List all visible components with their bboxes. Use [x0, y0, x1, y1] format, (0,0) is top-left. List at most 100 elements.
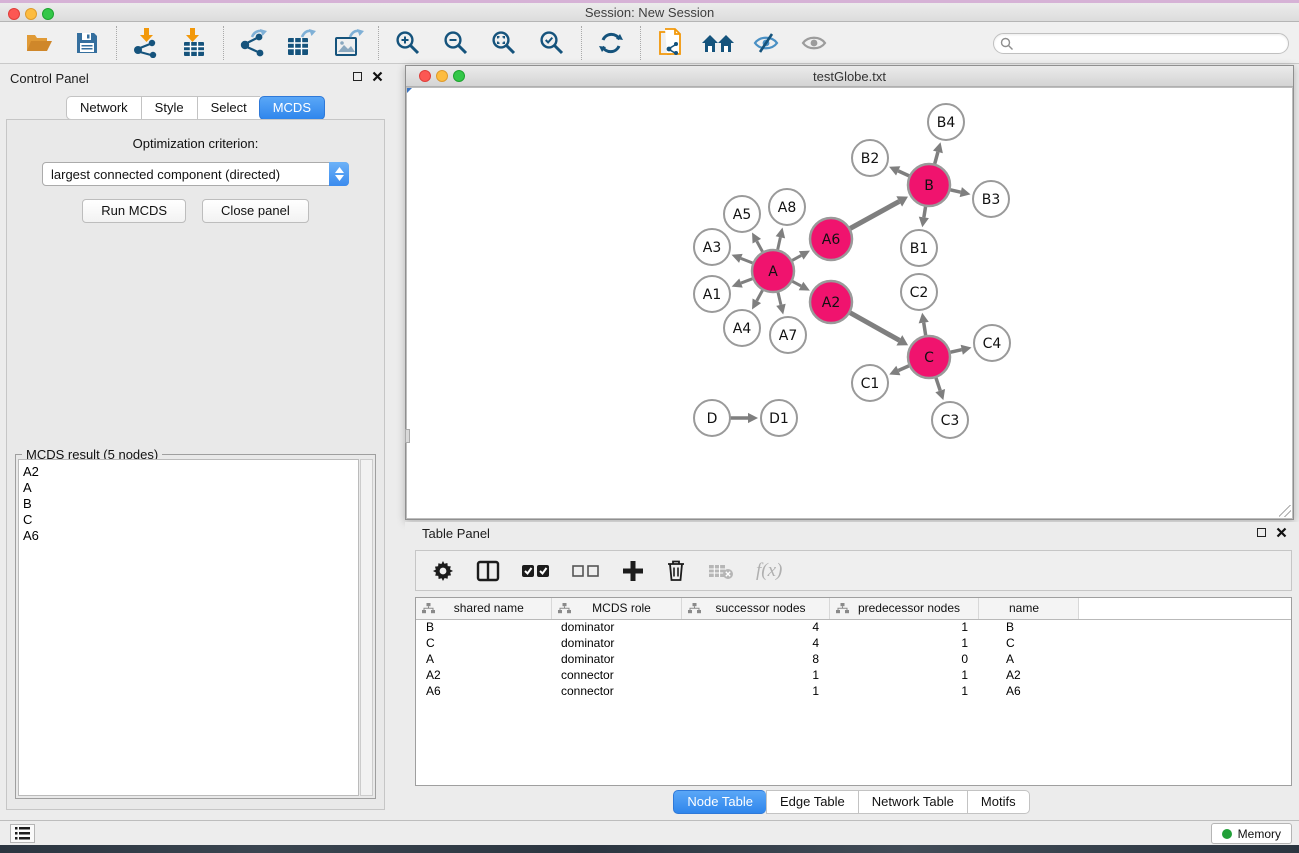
table-cell[interactable]: B [978, 619, 1078, 635]
mcds-result-item[interactable]: A [23, 480, 358, 496]
network-window-titlebar[interactable]: testGlobe.txt [406, 66, 1293, 87]
delete-column-icon[interactable] [666, 559, 686, 582]
close-panel-button[interactable]: Close panel [202, 199, 309, 223]
save-session-icon[interactable] [70, 26, 104, 60]
search-field[interactable] [993, 33, 1289, 54]
zoom-fit-icon[interactable] [487, 26, 521, 60]
close-panel-icon[interactable] [372, 71, 383, 82]
graph-node-label: A [768, 264, 778, 280]
settings-icon[interactable] [432, 560, 454, 582]
network-graph[interactable]: A5A8A3AA1A4A7A6A2B2B4BB3B1C2C4CC1C3DD1 [407, 88, 1294, 520]
graph-node-label: A4 [733, 321, 752, 337]
table-cell[interactable]: C [978, 635, 1078, 651]
select-all-icon[interactable] [522, 564, 550, 578]
run-mcds-button[interactable]: Run MCDS [82, 199, 186, 223]
node-table[interactable]: shared nameMCDS rolesuccessor nodesprede… [415, 597, 1292, 786]
split-columns-icon[interactable] [476, 560, 500, 582]
criterion-select[interactable]: largest connected component (directed) [42, 162, 349, 186]
column-header-name[interactable]: name [978, 598, 1078, 619]
tab-select[interactable]: Select [197, 96, 260, 120]
table-cell[interactable]: 4 [681, 635, 829, 651]
column-header-successor-nodes[interactable]: successor nodes [681, 598, 829, 619]
table-row[interactable]: Bdominator41B [416, 619, 1291, 635]
table-row[interactable]: Cdominator41C [416, 635, 1291, 651]
table-cell[interactable]: 1 [829, 683, 978, 699]
show-all-icon[interactable] [701, 26, 735, 60]
export-image-icon[interactable] [332, 26, 366, 60]
zoom-in-icon[interactable] [391, 26, 425, 60]
import-table-icon[interactable] [177, 26, 211, 60]
result-scrollbar[interactable] [360, 459, 373, 796]
table-cell[interactable]: connector [551, 683, 681, 699]
graph-node-label: A6 [822, 232, 841, 248]
column-header-MCDS-role[interactable]: MCDS role [551, 598, 681, 619]
zoom-out-icon[interactable] [439, 26, 473, 60]
table-row[interactable]: Adominator80A [416, 651, 1291, 667]
table-cell[interactable]: connector [551, 667, 681, 683]
tab-style[interactable]: Style [141, 96, 197, 120]
memory-button[interactable]: Memory [1211, 823, 1292, 844]
add-column-icon[interactable] [622, 560, 644, 582]
table-cell[interactable]: 1 [829, 619, 978, 635]
float-panel-icon[interactable] [353, 72, 362, 81]
mcds-result-item[interactable]: A2 [23, 464, 358, 480]
open-session-icon[interactable] [22, 26, 56, 60]
table-cell[interactable]: 1 [829, 635, 978, 651]
table-cell[interactable]: B [416, 619, 551, 635]
mcds-result-item[interactable]: B [23, 496, 358, 512]
export-table-icon[interactable] [284, 26, 318, 60]
delete-table-icon[interactable] [708, 562, 734, 580]
table-cell[interactable]: 8 [681, 651, 829, 667]
table-cell[interactable]: 1 [829, 667, 978, 683]
table-cell[interactable]: A [416, 651, 551, 667]
mcds-result-item[interactable]: A6 [23, 528, 358, 544]
table-cell[interactable]: A2 [416, 667, 551, 683]
export-network-icon[interactable] [236, 26, 270, 60]
main-titlebar[interactable]: Session: New Session [0, 3, 1299, 22]
table-cell[interactable]: dominator [551, 619, 681, 635]
mcds-result-item[interactable]: C [23, 512, 358, 528]
show-hidden-icon[interactable] [797, 26, 831, 60]
table-cell[interactable]: A6 [978, 683, 1078, 699]
table-cell[interactable]: dominator [551, 651, 681, 667]
task-history-button[interactable] [10, 824, 35, 843]
table-cell[interactable]: 4 [681, 619, 829, 635]
close-table-panel-icon[interactable] [1276, 527, 1287, 538]
tab-motifs[interactable]: Motifs [967, 790, 1030, 814]
column-header-predecessor-nodes[interactable]: predecessor nodes [829, 598, 978, 619]
column-header-shared-name[interactable]: shared name [416, 598, 551, 619]
tab-mcds[interactable]: MCDS [259, 96, 325, 120]
tab-network-table[interactable]: Network Table [858, 790, 967, 814]
tab-edge-table[interactable]: Edge Table [766, 790, 858, 814]
session-title: Session: New Session [0, 5, 1299, 20]
graph-edge-arrowhead [919, 313, 929, 324]
window-resize-grip[interactable] [1279, 505, 1291, 517]
hide-selected-icon[interactable] [749, 26, 783, 60]
table-cell[interactable]: A2 [978, 667, 1078, 683]
table-cell[interactable]: A [978, 651, 1078, 667]
zoom-selected-icon[interactable] [535, 26, 569, 60]
table-cell[interactable]: 0 [829, 651, 978, 667]
function-builder-icon[interactable]: f(x) [756, 560, 782, 582]
divider-grip[interactable] [405, 429, 410, 443]
status-bar: Memory [0, 820, 1299, 845]
table-row[interactable]: A2connector11A2 [416, 667, 1291, 683]
table-cell[interactable]: 1 [681, 683, 829, 699]
search-input[interactable] [1014, 35, 1288, 52]
import-network-icon[interactable] [129, 26, 163, 60]
main-toolbar [0, 22, 1299, 64]
table-cell[interactable]: 1 [681, 667, 829, 683]
float-table-panel-icon[interactable] [1257, 528, 1266, 537]
mcds-result-list[interactable]: A2ABCA6 [18, 459, 359, 796]
deselect-all-icon[interactable] [572, 564, 600, 578]
table-cell[interactable]: C [416, 635, 551, 651]
tab-network[interactable]: Network [66, 96, 141, 120]
network-canvas[interactable]: A5A8A3AA1A4A7A6A2B2B4BB3B1C2C4CC1C3DD1 [406, 87, 1293, 519]
graph-edge-arrowhead [776, 228, 785, 239]
table-cell[interactable]: dominator [551, 635, 681, 651]
table-cell[interactable]: A6 [416, 683, 551, 699]
tab-node-table[interactable]: Node Table [673, 790, 766, 814]
clone-network-icon[interactable] [653, 26, 687, 60]
apply-layout-icon[interactable] [594, 26, 628, 60]
table-row[interactable]: A6connector11A6 [416, 683, 1291, 699]
